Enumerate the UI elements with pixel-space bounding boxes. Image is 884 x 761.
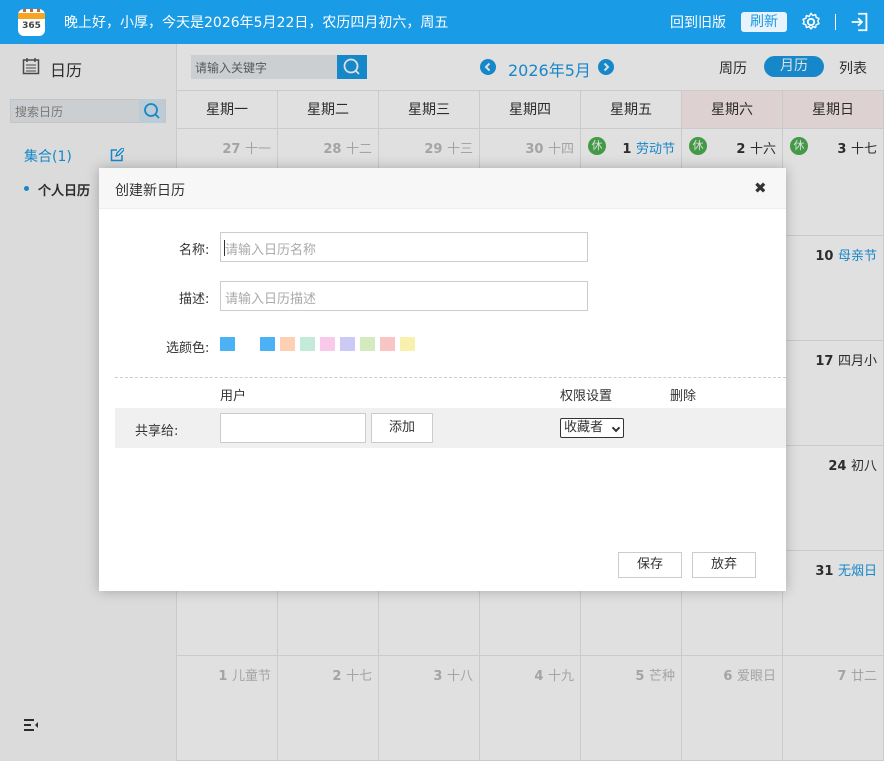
settings-gear-icon[interactable] [800,11,822,33]
color-swatch[interactable] [320,337,335,351]
add-share-button[interactable]: 添加 [371,413,433,443]
section-divider [115,377,786,378]
color-label: 选颜色: [166,341,210,356]
color-swatch[interactable] [280,337,295,351]
cancel-button[interactable]: 放弃 [692,552,756,578]
share-with-label: 共享给: [135,424,179,439]
share-user-input[interactable] [220,413,366,443]
refresh-button[interactable]: 刷新 [741,12,787,32]
save-button[interactable]: 保存 [618,552,682,578]
name-label: 名称: [179,243,210,258]
share-delete-column-header: 删除 [670,389,697,404]
dialog-header: 创建新日历 ✖ [99,168,786,209]
selected-color-swatch [220,337,235,351]
old-version-link[interactable]: 回到旧版 [670,12,726,32]
greeting-text: 晚上好，小厚，今天是2026年5月22日，农历四月初六，周五 [64,15,449,31]
share-permission-column-header: 权限设置 [560,389,613,404]
permission-select-value: 收藏者 [564,420,604,435]
description-placeholder: 请输入日历描述 [225,292,317,307]
chevron-down-icon [611,423,621,433]
color-swatch[interactable] [360,337,375,351]
app-logo-icon: 365 [18,9,45,36]
color-swatch[interactable] [340,337,355,351]
name-placeholder: 请输入日历名称 [225,243,317,258]
color-swatch[interactable] [380,337,395,351]
divider [835,14,836,30]
color-swatch[interactable] [260,337,275,351]
close-icon[interactable]: ✖ [754,179,767,197]
calendar-name-field[interactable]: 请输入日历名称 [220,232,588,262]
create-calendar-dialog: 创建新日历 ✖ 名称: 请输入日历名称 描述: 请输入日历描述 选颜色: 用户 … [99,168,786,591]
calendar-description-field[interactable]: 请输入日历描述 [220,281,588,311]
share-row: 共享给: 添加 收藏者 [115,408,786,448]
logo-text: 365 [22,21,41,31]
permission-select[interactable]: 收藏者 [560,418,624,438]
color-swatch[interactable] [300,337,315,351]
logout-icon[interactable] [849,11,871,33]
color-swatch[interactable] [400,337,415,351]
description-label: 描述: [179,292,210,307]
top-bar: 365 晚上好，小厚，今天是2026年5月22日，农历四月初六，周五 回到旧版 … [0,0,884,44]
dialog-title: 创建新日历 [115,183,185,199]
share-user-column-header: 用户 [220,389,247,404]
